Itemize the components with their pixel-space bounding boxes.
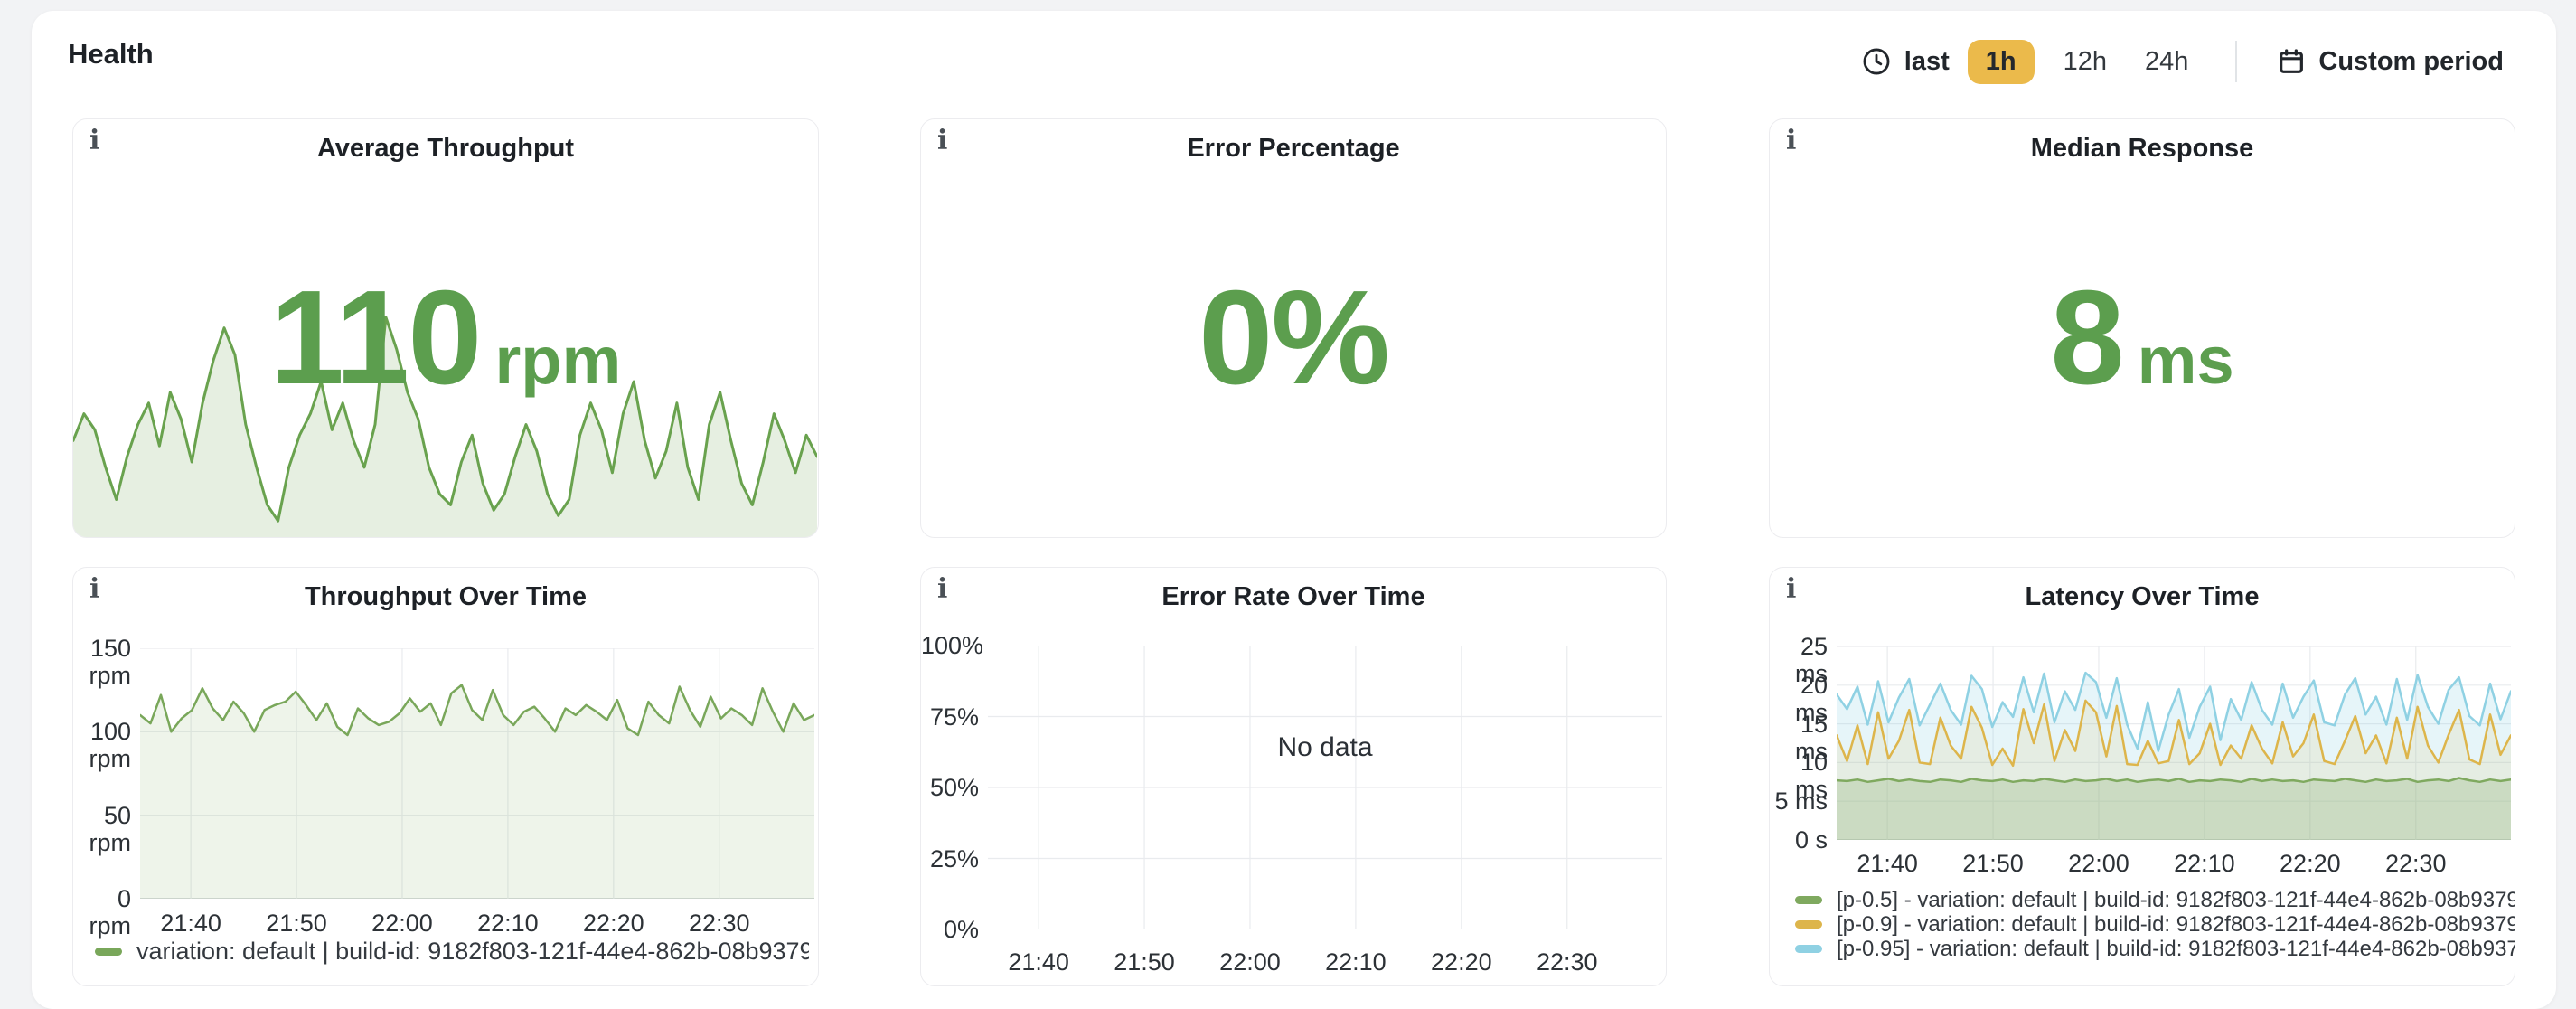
x-tick-label: 21:40	[984, 948, 1093, 976]
x-tick-label: 22:20	[2256, 849, 2364, 878]
x-tick-label: 22:00	[348, 909, 456, 938]
x-tick-label: 22:00	[1196, 948, 1304, 976]
x-tick-label: 21:50	[242, 909, 351, 938]
y-tick-label: 20 ms	[1770, 672, 1828, 699]
custom-period-button[interactable]: Custom period	[2277, 47, 2504, 77]
stat-number: 0%	[1199, 263, 1388, 412]
x-axis-labels: 21:4021:5022:0022:1022:2022:30	[988, 948, 1662, 976]
latency-chart-plot[interactable]	[1837, 646, 2511, 844]
legend-row-p95: [p-0.95] - variation: default | build-id…	[1795, 937, 2515, 961]
x-tick-label: 21:40	[1833, 849, 1941, 878]
x-axis-labels: 21:4021:5022:0022:1022:2022:30	[140, 909, 814, 938]
x-tick-label: 21:40	[136, 909, 245, 938]
stat-unit: rpm	[494, 323, 621, 398]
panel-error-rate-over-time: i Error Rate Over Time 100%75%50%25%0% 2…	[920, 567, 1667, 986]
y-tick-label: 5 ms	[1770, 787, 1828, 815]
range-button-12h[interactable]: 12h	[2051, 40, 2120, 84]
y-tick-label: 25%	[921, 845, 979, 872]
x-tick-label: 22:30	[665, 909, 774, 938]
calendar-icon	[2277, 47, 2318, 76]
time-range-controls: last 1h 12h 24h Custom period	[1861, 36, 2504, 87]
last-label: last	[1904, 47, 1950, 77]
legend-label: [p-0.95] - variation: default | build-id…	[1837, 937, 2515, 961]
panel-title: Error Rate Over Time	[921, 582, 1666, 612]
legend-row-p90: [p-0.9] - variation: default | build-id:…	[1795, 912, 2515, 937]
legend: variation: default | build-id: 9182f803-…	[95, 937, 809, 966]
x-tick-label: 21:50	[1090, 948, 1199, 976]
no-data-message: No data	[988, 732, 1662, 763]
page-title: Health	[68, 38, 154, 71]
x-tick-label: 22:30	[2362, 849, 2470, 878]
dashboard-container: Health last 1h 12h 24h Custom period i A…	[32, 11, 2556, 1009]
error-rate-chart-plot[interactable]	[988, 646, 1662, 934]
legend-label: [p-0.9] - variation: default | build-id:…	[1837, 912, 2515, 937]
y-axis-labels: 100%75%50%25%0%	[921, 646, 988, 929]
y-tick-label: 100 rpm	[73, 718, 131, 745]
legend-swatch	[1795, 920, 1822, 929]
y-tick-label: 75%	[921, 703, 979, 731]
panel-title: Median Response	[1770, 134, 2515, 164]
legend: [p-0.5] - variation: default | build-id:…	[1795, 888, 2515, 961]
legend-swatch	[1795, 896, 1822, 904]
range-button-1h[interactable]: 1h	[1968, 40, 2035, 84]
panel-title: Average Throughput	[73, 134, 818, 164]
range-button-24h[interactable]: 24h	[2132, 40, 2201, 84]
legend-label: variation: default | build-id: 9182f803-…	[136, 938, 809, 966]
x-tick-label: 22:00	[2045, 849, 2153, 878]
divider	[2235, 41, 2237, 82]
y-tick-label: 25 ms	[1770, 633, 1828, 660]
stat-unit: ms	[2138, 323, 2234, 398]
y-tick-label: 150 rpm	[73, 635, 131, 662]
legend-row-p50: [p-0.5] - variation: default | build-id:…	[1795, 888, 2515, 912]
y-tick-label: 50%	[921, 774, 979, 801]
x-tick-label: 22:10	[2150, 849, 2259, 878]
y-tick-label: 0 s	[1770, 826, 1828, 853]
stat-value: 0%	[921, 271, 1666, 405]
x-tick-label: 22:10	[1302, 948, 1410, 976]
clock-icon	[1861, 46, 1892, 77]
y-tick-label: 0 rpm	[73, 885, 131, 912]
legend-label: [p-0.5] - variation: default | build-id:…	[1837, 888, 2515, 912]
y-tick-label: 10 ms	[1770, 749, 1828, 776]
panel-throughput-over-time: i Throughput Over Time 150 rpm100 rpm50 …	[72, 567, 819, 986]
legend-swatch	[95, 948, 122, 956]
x-tick-label: 22:30	[1513, 948, 1622, 976]
panel-median-response: i Median Response 8ms	[1769, 118, 2515, 538]
stat-value: 8ms	[1770, 271, 2515, 405]
y-axis-labels: 25 ms20 ms15 ms10 ms5 ms0 s	[1770, 646, 1837, 840]
panel-latency-over-time: i Latency Over Time 25 ms20 ms15 ms10 ms…	[1769, 567, 2515, 986]
panel-title: Error Percentage	[921, 134, 1666, 164]
panel-title: Throughput Over Time	[73, 582, 818, 612]
stat-value: 110rpm	[73, 271, 818, 405]
x-tick-label: 22:20	[559, 909, 668, 938]
y-tick-label: 50 rpm	[73, 802, 131, 829]
legend-swatch	[1795, 945, 1822, 953]
custom-period-label: Custom period	[2318, 47, 2504, 77]
stat-number: 8	[2050, 263, 2122, 412]
y-tick-label: 15 ms	[1770, 711, 1828, 738]
y-tick-label: 100%	[921, 632, 979, 659]
x-tick-label: 22:20	[1407, 948, 1516, 976]
throughput-chart-plot[interactable]	[140, 648, 814, 903]
stat-number: 110	[270, 263, 481, 412]
panel-title: Latency Over Time	[1770, 582, 2515, 612]
panel-error-percentage: i Error Percentage 0%	[920, 118, 1667, 538]
y-axis-labels: 150 rpm100 rpm50 rpm0 rpm	[73, 648, 140, 899]
x-tick-label: 21:50	[1939, 849, 2047, 878]
x-tick-label: 22:10	[454, 909, 562, 938]
panel-average-throughput: i Average Throughput 110rpm	[72, 118, 819, 538]
x-axis-labels: 21:4021:5022:0022:1022:2022:30	[1837, 849, 2511, 878]
y-tick-label: 0%	[921, 916, 979, 943]
